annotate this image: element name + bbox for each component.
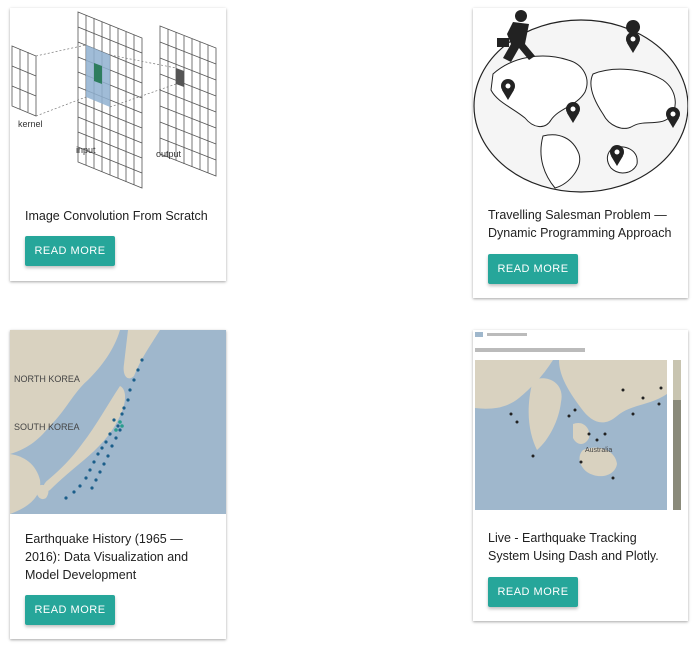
read-more-button[interactable]: READ MORE [488,254,578,284]
input-label: input [76,145,96,155]
card-title: Live - Earthquake Tracking System Using … [488,531,659,563]
north-korea-label: NORTH KOREA [14,374,80,384]
post-card-earthquake-history: NORTH KOREA SOUTH KOREA Earthquake Histo… [10,330,226,639]
read-more-button[interactable]: READ MORE [25,595,115,625]
convolution-diagram-icon: kernel input output [11,11,217,189]
world-earthquake-map-image: Australia [473,330,688,512]
japan-earthquake-map-image: NORTH KOREA SOUTH KOREA [10,330,226,514]
japan-earthquake-map-icon: NORTH KOREA SOUTH KOREA [10,330,226,514]
read-more-button[interactable]: READ MORE [488,577,578,607]
card-title: Travelling Salesman Problem — Dynamic Pr… [488,208,672,240]
card-title: Earthquake History (1965 — 2016): Data V… [25,532,189,582]
world-map-with-location-pins-icon [473,10,688,193]
kernel-label: kernel [18,119,43,129]
south-korea-label: SOUTH KOREA [14,422,80,432]
australia-label: Australia [585,447,612,454]
post-card-image-convolution: kernel input output Image Convolution Fr… [10,8,226,281]
read-more-button[interactable]: READ MORE [25,236,115,266]
world-earthquake-map-icon: Australia [473,330,688,512]
post-card-live-earthquake-tracking: Australia Live - Earthquake Tracking Sys… [473,330,688,621]
post-card-travelling-salesman: Travelling Salesman Problem — Dynamic Pr… [473,8,688,298]
output-label: output [156,149,182,159]
convolution-diagram-image: kernel input output [10,8,226,190]
card-title: Image Convolution From Scratch [25,209,208,223]
world-map-image [473,8,688,198]
